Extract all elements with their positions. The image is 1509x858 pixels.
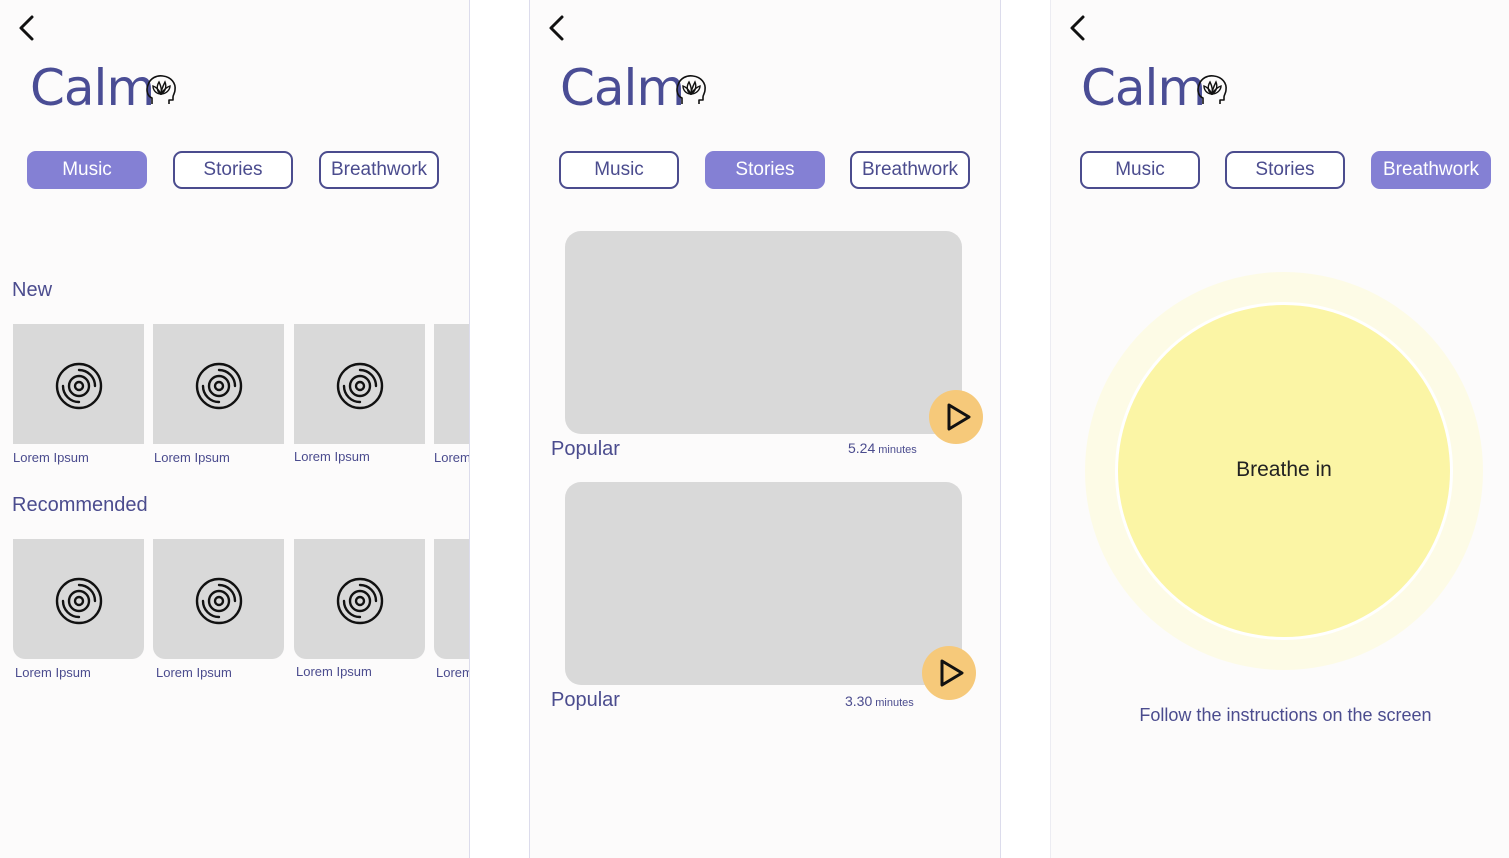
lotus-head-icon [1194,72,1230,108]
music-tile[interactable] [294,324,425,444]
story-card[interactable] [565,231,962,434]
chevron-left-icon[interactable] [16,14,38,42]
tab-music[interactable]: Music [27,151,147,189]
vinyl-disc-icon [55,577,103,625]
tab-bar: Music Stories Breathwork [27,151,441,189]
tab-breathwork[interactable]: Breathwork [1371,151,1491,189]
music-tile[interactable] [153,539,284,659]
tile-caption: Lorem Ipsum [13,450,89,465]
tile-caption: Lorem Ipsum [15,665,91,680]
story-card[interactable] [565,482,962,685]
chevron-left-icon[interactable] [546,14,568,42]
music-tile[interactable] [434,539,469,659]
app-title: Calm [560,59,685,117]
lotus-head-icon [143,72,179,108]
vinyl-disc-icon [336,362,384,410]
breathing-circle[interactable]: Breathe in [1118,305,1450,637]
tab-stories[interactable]: Stories [705,151,825,189]
duration-value: 3.30 [845,693,873,709]
stories-screen: Calm Music Stories Breathwork Popular 5.… [529,0,1001,858]
app-title: Calm [30,59,155,117]
breathe-prompt: Breathe in [1236,458,1332,481]
story-title: Popular [551,689,620,711]
music-tile[interactable] [13,324,144,444]
app-title: Calm [1081,59,1206,117]
play-button[interactable] [929,390,983,444]
tab-music[interactable]: Music [559,151,679,189]
play-icon [944,403,972,431]
vinyl-disc-icon [195,577,243,625]
story-title: Popular [551,438,620,460]
tile-caption: Lorem Ipsum [154,450,230,465]
tile-caption: Lorem Ipsum [156,665,232,680]
lotus-head-icon [673,72,709,108]
chevron-left-icon[interactable] [1067,14,1089,42]
vinyl-disc-icon [336,577,384,625]
section-title-new: New [12,279,53,301]
duration-unit: minutes [875,697,914,709]
tab-stories[interactable]: Stories [173,151,293,189]
tile-caption: Lorem [434,450,470,465]
breathwork-screen: Calm Music Stories Breathwork Breathe in… [1050,0,1509,858]
section-title-recommended: Recommended [12,494,148,516]
music-screen: Calm Music Stories Breathwork New Lorem … [0,0,470,858]
tile-caption: Lorem [436,665,470,680]
duration-value: 5.24 [848,440,876,456]
tile-caption: Lorem Ipsum [296,664,372,679]
play-icon [937,659,965,687]
tab-bar: Music Stories Breathwork [557,151,971,189]
tab-stories[interactable]: Stories [1225,151,1345,189]
story-duration: 5.24 minutes [848,440,917,456]
tab-breathwork[interactable]: Breathwork [850,151,970,189]
duration-unit: minutes [878,444,917,456]
story-duration: 3.30 minutes [845,693,914,709]
tile-caption: Lorem Ipsum [294,449,370,464]
music-tile[interactable] [13,539,144,659]
music-tile[interactable] [153,324,284,444]
play-button[interactable] [922,646,976,700]
music-tile[interactable] [294,539,425,659]
vinyl-disc-icon [195,362,243,410]
tab-music[interactable]: Music [1080,151,1200,189]
tab-bar: Music Stories Breathwork [1078,151,1492,189]
breathwork-instructions: Follow the instructions on the screen [1139,705,1432,725]
vinyl-disc-icon [55,362,103,410]
tab-breathwork[interactable]: Breathwork [319,151,439,189]
music-tile[interactable] [434,324,469,444]
